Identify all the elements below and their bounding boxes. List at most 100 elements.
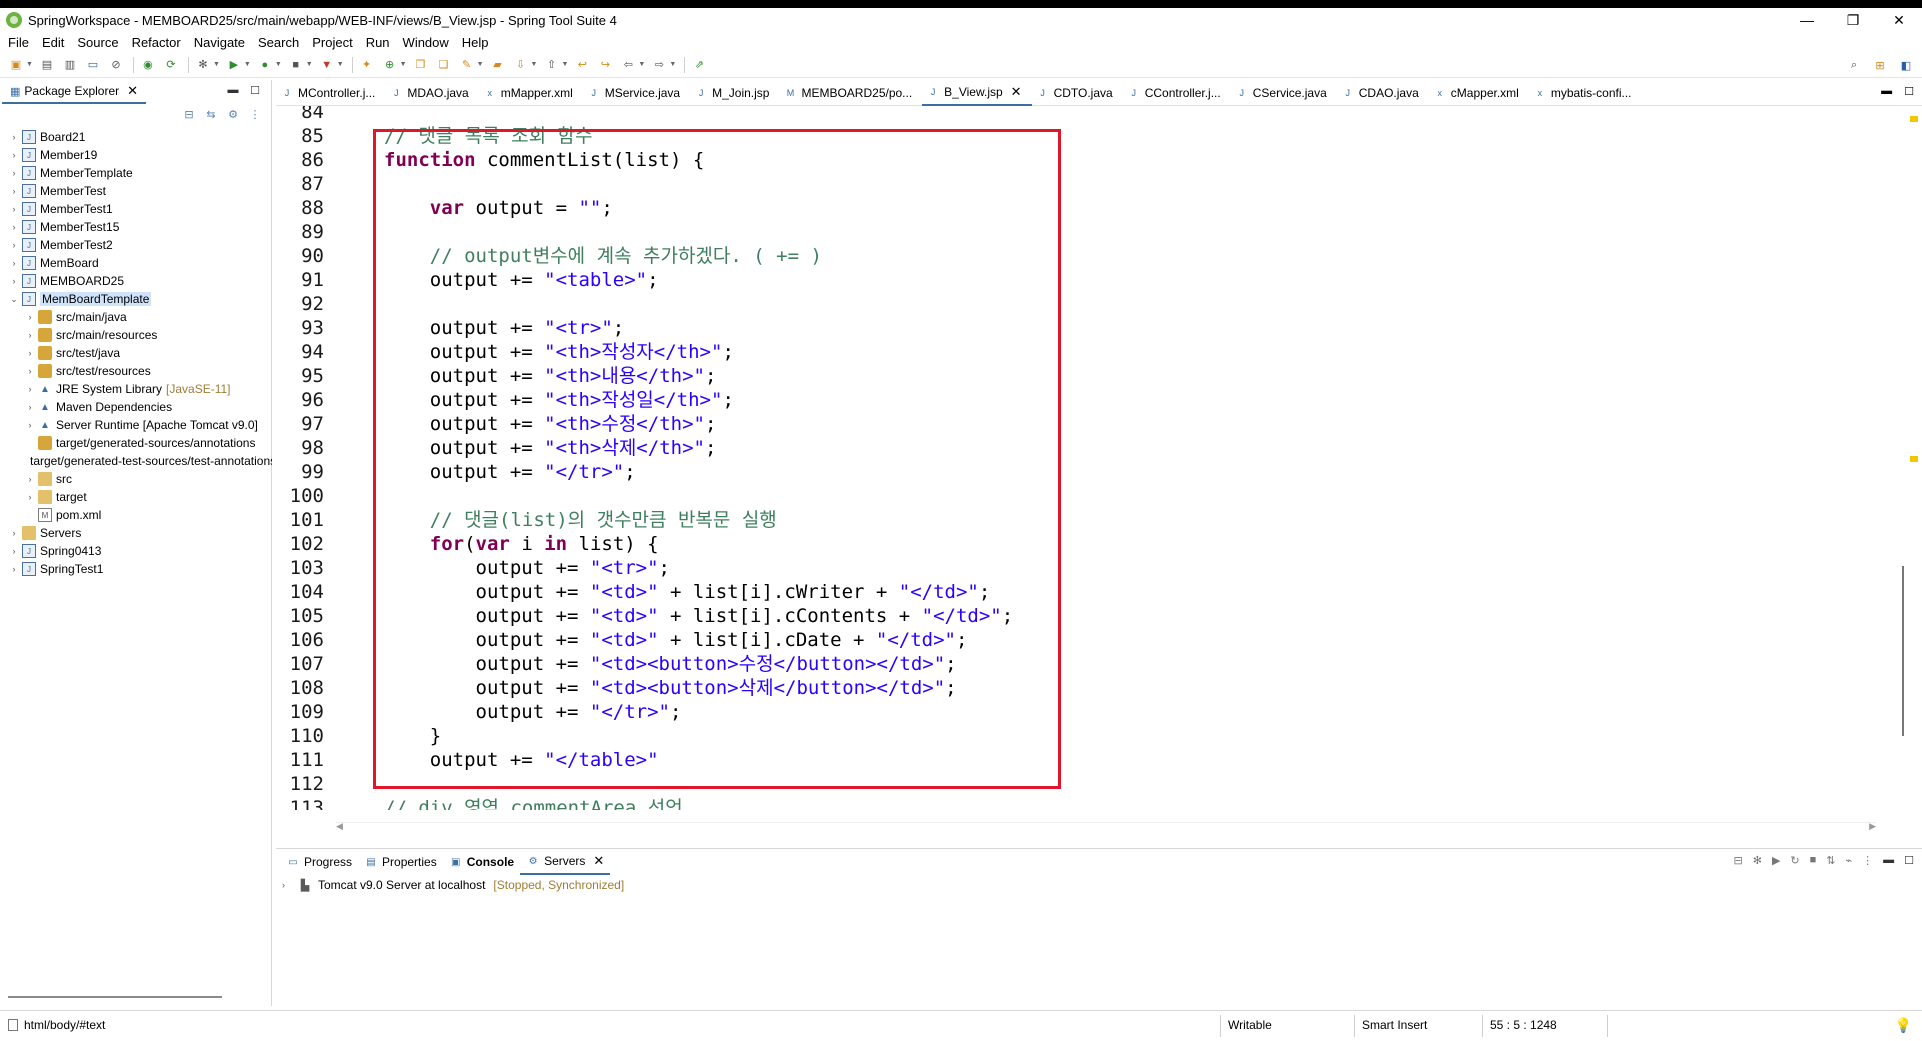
- search-icon[interactable]: ⌕: [1846, 57, 1862, 73]
- tree-item[interactable]: › src: [0, 470, 272, 488]
- chevron-down-icon[interactable]: ▼: [275, 61, 282, 68]
- run-coverage-icon[interactable]: ●: [257, 57, 273, 73]
- forward-edit-icon[interactable]: ↪: [597, 57, 613, 73]
- tree-item[interactable]: › Servers: [0, 524, 272, 542]
- chevron-right-icon[interactable]: ›: [24, 312, 36, 322]
- bottom-tab[interactable]: ▣ Console: [443, 849, 520, 875]
- chevron-right-icon[interactable]: ›: [8, 240, 20, 250]
- chevron-down-icon[interactable]: ▼: [400, 61, 407, 68]
- editor-tab[interactable]: x mMapper.xml: [479, 80, 583, 106]
- chevron-down-icon[interactable]: ▼: [638, 61, 645, 68]
- last-edit-location-icon[interactable]: ↩: [574, 57, 590, 73]
- view-menu-icon[interactable]: ⋮: [1862, 854, 1873, 867]
- chevron-down-icon[interactable]: ▼: [244, 61, 251, 68]
- tree-item[interactable]: › target: [0, 488, 272, 506]
- chevron-right-icon[interactable]: ›: [24, 474, 36, 484]
- open-external-icon[interactable]: ⇗: [691, 57, 707, 73]
- server-row[interactable]: › ▙ Tomcat v9.0 Server at localhost [Sto…: [282, 875, 624, 895]
- editor-tab[interactable]: J MDAO.java: [385, 80, 478, 106]
- open-task-icon[interactable]: ❏: [436, 57, 452, 73]
- stop-icon[interactable]: ■: [288, 57, 304, 73]
- collapse-icon[interactable]: ⊟: [1734, 854, 1743, 867]
- chevron-right-icon[interactable]: ›: [24, 420, 36, 430]
- tree-item[interactable]: › J MemberTest: [0, 182, 272, 200]
- tree-item[interactable]: › ▲ JRE System Library [JavaSE-11]: [0, 380, 272, 398]
- relaunch-icon[interactable]: ⟳: [163, 57, 179, 73]
- tree-item[interactable]: ⌄ J MemBoardTemplate: [0, 290, 272, 308]
- save-all-icon[interactable]: ▥: [62, 57, 78, 73]
- tree-item[interactable]: › J Board21: [0, 128, 272, 146]
- minimize-editor-icon[interactable]: ▬: [1881, 85, 1892, 98]
- menu-refactor[interactable]: Refactor: [132, 35, 181, 50]
- tree-item[interactable]: › src/test/resources: [0, 362, 272, 380]
- new-java-package-icon[interactable]: ✦: [359, 57, 375, 73]
- tree-item[interactable]: › J MemberTest1: [0, 200, 272, 218]
- chevron-right-icon[interactable]: ›: [24, 348, 36, 358]
- menu-source[interactable]: Source: [77, 35, 118, 50]
- tree-item[interactable]: target/generated-sources/annotations: [0, 434, 272, 452]
- editor-tab[interactable]: M MEMBOARD25/po...: [779, 80, 922, 106]
- status-insert-mode[interactable]: Smart Insert: [1362, 1011, 1427, 1041]
- chevron-right-icon[interactable]: ›: [24, 492, 36, 502]
- tree-item[interactable]: › J MemberTemplate: [0, 164, 272, 182]
- chevron-right-icon[interactable]: ›: [24, 366, 36, 376]
- menu-search[interactable]: Search: [258, 35, 299, 50]
- editor-tab[interactable]: J CService.java: [1231, 80, 1337, 106]
- maximize-button[interactable]: ❐: [1830, 8, 1876, 32]
- menu-file[interactable]: File: [8, 35, 29, 50]
- editor-tab[interactable]: J CController.j...: [1123, 80, 1231, 106]
- filter-icon[interactable]: ⚙: [225, 108, 241, 121]
- menu-project[interactable]: Project: [312, 35, 352, 50]
- minimize-view-icon[interactable]: ▬: [225, 84, 241, 97]
- terminal-icon[interactable]: ▭: [85, 57, 101, 73]
- editor-tab[interactable]: J B_View.jsp ✕: [922, 79, 1032, 106]
- chevron-right-icon[interactable]: ›: [8, 186, 20, 196]
- next-annotation-icon[interactable]: ⇩: [513, 57, 529, 73]
- skip-breakpoints-icon[interactable]: ⊘: [108, 57, 124, 73]
- view-menu-icon[interactable]: ⋮: [247, 108, 263, 121]
- scroll-left-icon[interactable]: ◀: [336, 821, 343, 832]
- forward-icon[interactable]: ⇨: [651, 57, 667, 73]
- minimize-view-icon[interactable]: ▬: [1883, 854, 1894, 867]
- external-tools-icon[interactable]: ▼: [319, 57, 335, 73]
- chevron-down-icon[interactable]: ⌄: [8, 294, 20, 305]
- chevron-down-icon[interactable]: ▼: [306, 61, 313, 68]
- editor-horizontal-scrollbar[interactable]: ◀ ▶: [336, 821, 1876, 832]
- chevron-right-icon[interactable]: ›: [24, 402, 36, 412]
- tree-item[interactable]: › src/main/resources: [0, 326, 272, 344]
- package-explorer-tab[interactable]: ▦ Package Explorer ✕: [2, 80, 147, 104]
- lightbulb-icon[interactable]: 💡: [1895, 1017, 1912, 1034]
- start-server-icon[interactable]: ▶: [1772, 854, 1780, 867]
- menu-help[interactable]: Help: [462, 35, 489, 50]
- close-icon[interactable]: ✕: [593, 853, 604, 869]
- back-icon[interactable]: ⇦: [620, 57, 636, 73]
- overview-ruler[interactable]: [1886, 106, 1922, 836]
- chevron-right-icon[interactable]: ›: [8, 168, 20, 178]
- spring-perspective-icon[interactable]: ◧: [1898, 57, 1914, 73]
- tree-item[interactable]: target/generated-test-sources/test-annot…: [0, 452, 272, 470]
- tree-item[interactable]: › J SpringTest1: [0, 560, 272, 578]
- close-icon[interactable]: ✕: [127, 83, 138, 99]
- open-type-icon[interactable]: ❐: [413, 57, 429, 73]
- chevron-right-icon[interactable]: ›: [8, 276, 20, 286]
- editor-tab[interactable]: J CDAO.java: [1337, 80, 1429, 106]
- chevron-right-icon[interactable]: ›: [8, 564, 20, 574]
- search-tool-icon[interactable]: ✎: [459, 57, 475, 73]
- menu-navigate[interactable]: Navigate: [194, 35, 245, 50]
- profile-server-icon[interactable]: ↻: [1790, 854, 1799, 867]
- maximize-view-icon[interactable]: ☐: [1904, 854, 1914, 867]
- open-perspective-icon[interactable]: ⊞: [1872, 57, 1888, 73]
- editor-tab[interactable]: J CDTO.java: [1032, 80, 1123, 106]
- chevron-down-icon[interactable]: ▼: [337, 61, 344, 68]
- chevron-right-icon[interactable]: ›: [8, 546, 20, 556]
- menu-run[interactable]: Run: [366, 35, 390, 50]
- close-icon[interactable]: ✕: [1011, 84, 1022, 100]
- tree-item[interactable]: › J MemBoard: [0, 254, 272, 272]
- close-button[interactable]: ✕: [1876, 8, 1922, 32]
- chevron-down-icon[interactable]: ▼: [213, 61, 220, 68]
- menu-edit[interactable]: Edit: [42, 35, 64, 50]
- horizontal-scrollbar[interactable]: [8, 996, 222, 998]
- disconnect-icon[interactable]: ⌁: [1846, 854, 1853, 867]
- editor-tab[interactable]: J MController.j...: [276, 80, 385, 106]
- maximize-view-icon[interactable]: ☐: [247, 84, 263, 97]
